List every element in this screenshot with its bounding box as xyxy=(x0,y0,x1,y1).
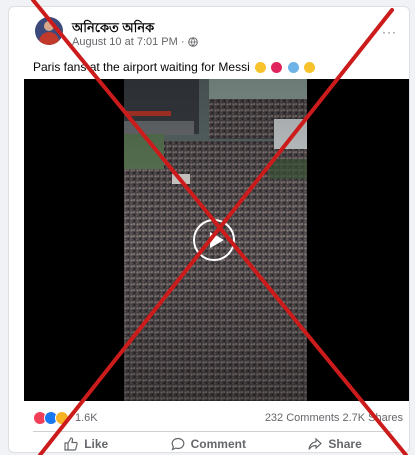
post-stats: 1.6K 232 Comments 2.7K Shares xyxy=(33,411,403,427)
more-options-button[interactable]: ··· xyxy=(382,25,397,39)
share-label: Share xyxy=(328,437,362,451)
timestamp[interactable]: August 10 at 7:01 PM · xyxy=(72,36,185,48)
wow-reaction-icon xyxy=(55,411,69,425)
globe-icon xyxy=(187,37,198,47)
comments-shares-count[interactable]: 232 Comments 2.7K Shares xyxy=(265,412,403,424)
emoji-scream-icon xyxy=(287,62,299,74)
like-label: Like xyxy=(84,437,109,451)
comment-label: Comment xyxy=(190,437,246,451)
avatar[interactable] xyxy=(35,17,63,45)
comment-button[interactable]: Comment xyxy=(171,435,246,452)
emoji-crying-icon xyxy=(255,62,267,74)
divider xyxy=(33,431,393,432)
share-button[interactable]: Share xyxy=(308,435,362,452)
post-meta: August 10 at 7:01 PM · xyxy=(72,36,198,48)
caption-text: Paris fans at the airport waiting for Me… xyxy=(33,60,250,74)
thumbs-up-icon xyxy=(64,437,78,451)
comment-icon xyxy=(171,437,185,451)
reaction-icons[interactable] xyxy=(33,411,69,425)
reaction-count[interactable]: 1.6K xyxy=(75,412,98,424)
play-button[interactable] xyxy=(193,219,235,261)
post-card: অনিকেত অনিক August 10 at 7:01 PM · ··· P… xyxy=(8,6,410,453)
share-icon xyxy=(308,437,323,450)
emoji-astonished-icon xyxy=(304,62,316,74)
emoji-heart-icon xyxy=(271,62,283,74)
post-caption: Paris fans at the airport waiting for Me… xyxy=(33,60,316,74)
action-bar: Like Comment Share xyxy=(33,435,393,452)
post-header: অনিকেত অনিক August 10 at 7:01 PM · ··· xyxy=(9,7,409,55)
video-player[interactable] xyxy=(24,79,409,401)
like-button[interactable]: Like xyxy=(64,435,109,452)
